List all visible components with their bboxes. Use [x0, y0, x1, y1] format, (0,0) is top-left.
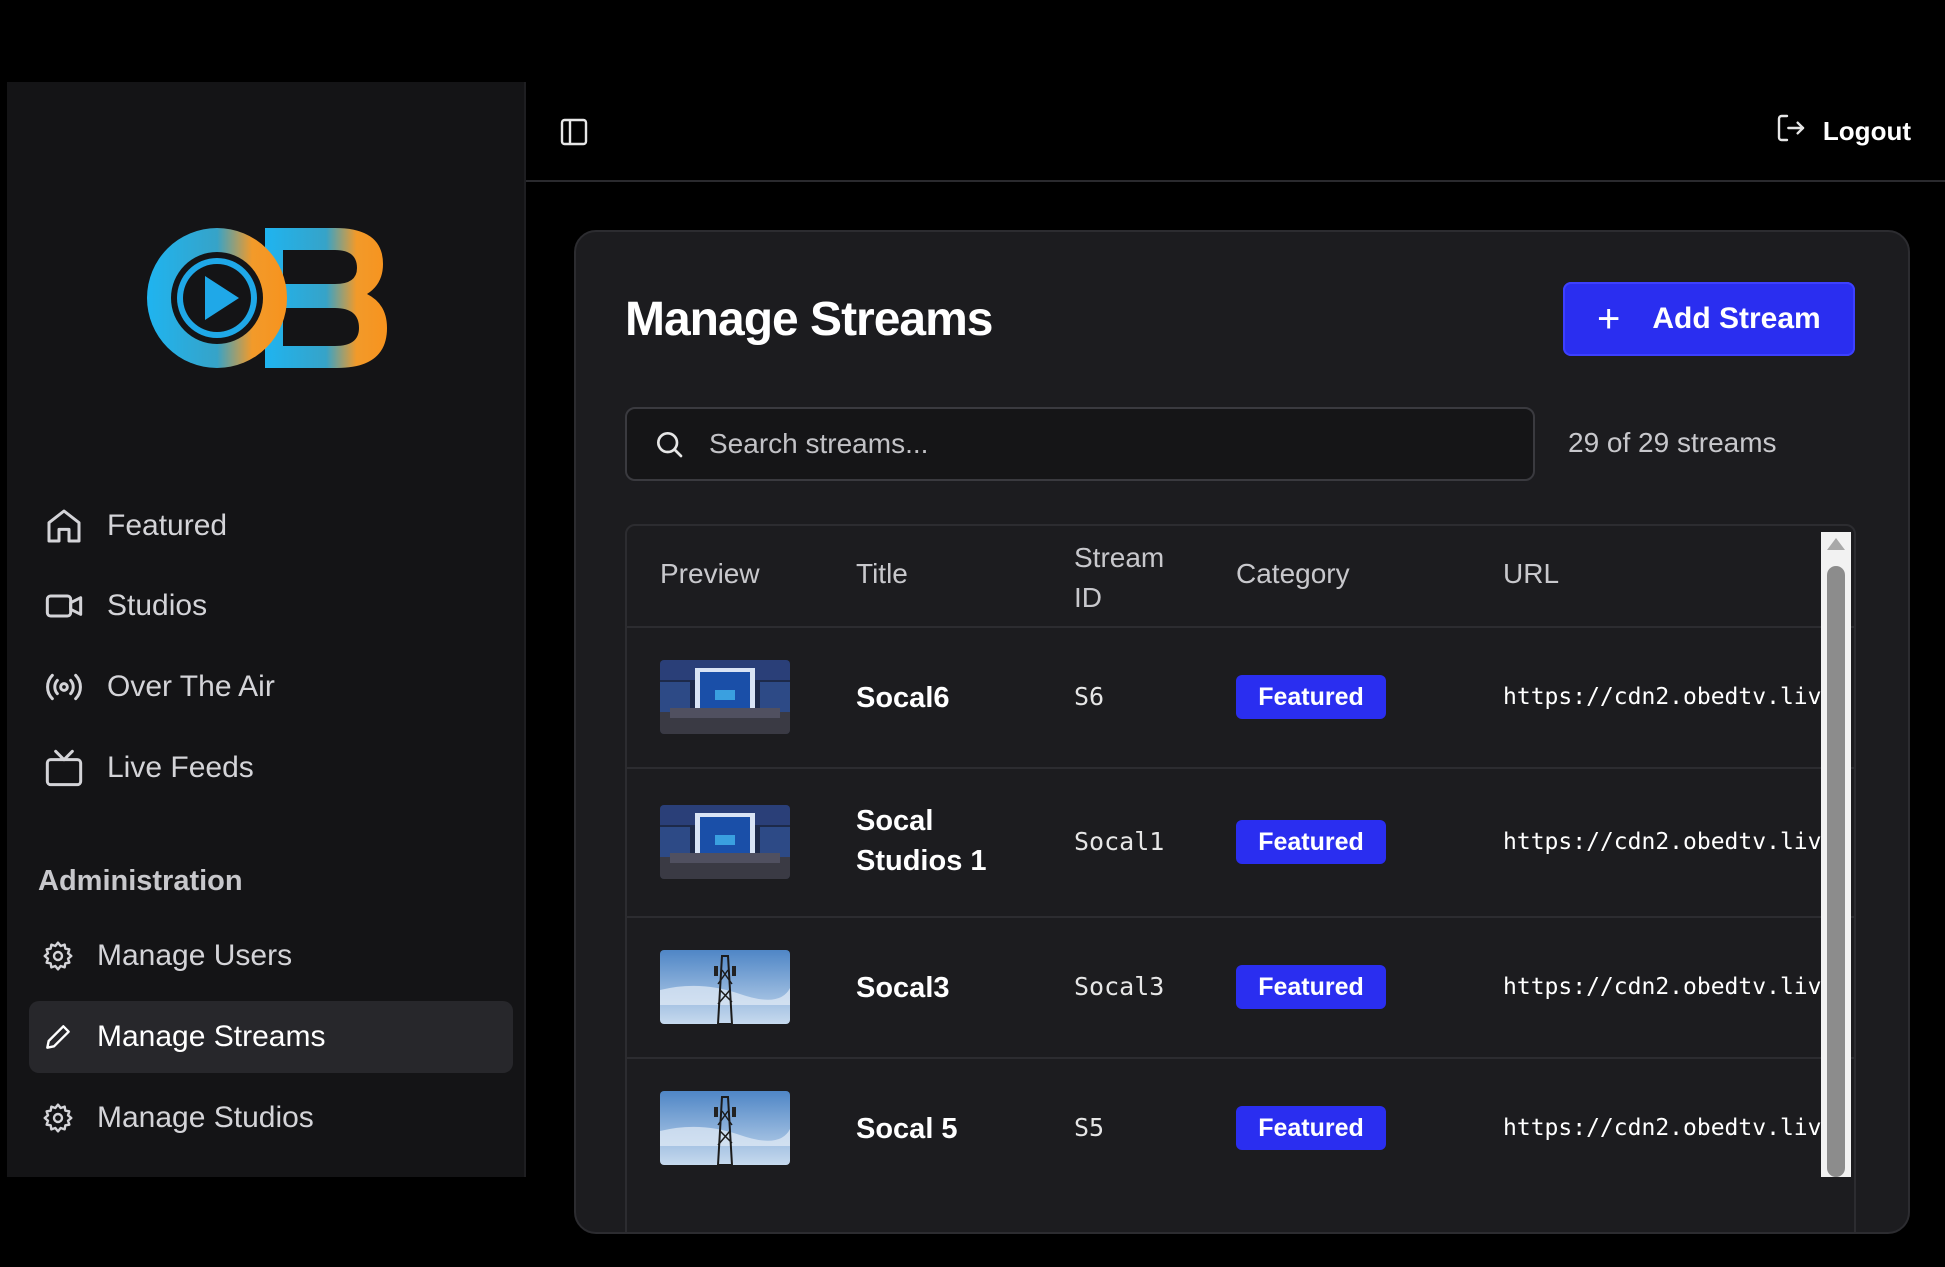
page-title: Manage Streams [625, 293, 993, 346]
app-frame: Featured Studios Over The Air Live Feeds… [7, 82, 1945, 1234]
ob-logo [147, 228, 387, 368]
sidebar-item-label: Studios [107, 589, 208, 622]
stream-url: https://cdn2.obedtv.live [1503, 684, 1833, 710]
stream-preview-thumbnail [660, 1091, 790, 1165]
sidebar-item-manage-studios[interactable]: Manage Studios [29, 1082, 513, 1154]
sidebar: Featured Studios Over The Air Live Feeds… [7, 82, 526, 1177]
tv-icon [43, 747, 85, 789]
pencil-icon [41, 1020, 75, 1054]
administration-heading: Administration [38, 865, 243, 897]
streams-table: Preview Title Stream ID Category URL Soc… [625, 524, 1856, 1232]
stream-title: Socal 5 [856, 1113, 958, 1145]
stream-url: https://cdn2.obedtv.live [1503, 829, 1833, 855]
sidebar-item-label: Featured [107, 509, 228, 542]
table-row[interactable]: Socal Studios 1 Socal1 Featured https://… [627, 769, 1854, 918]
sidebar-item-label: Manage Studios [97, 1101, 314, 1134]
column-header-category[interactable]: Category [1236, 558, 1350, 590]
table-header: Preview Title Stream ID Category URL [627, 526, 1854, 628]
sidebar-item-manage-streams[interactable]: Manage Streams [29, 1001, 513, 1073]
stream-count: 29 of 29 streams [1568, 427, 1777, 458]
column-header-stream-id[interactable]: Stream ID [1074, 538, 1184, 618]
sidebar-item-studios[interactable]: Studios [29, 570, 513, 642]
category-badge: Featured [1236, 1106, 1386, 1150]
table-row[interactable]: Socal3 Socal3 Featured https://cdn2.obed… [627, 918, 1854, 1059]
column-header-title[interactable]: Title [856, 558, 908, 590]
category-badge: Featured [1236, 820, 1386, 864]
manage-streams-card: Manage Streams + Add Stream 29 of 29 str… [574, 230, 1910, 1234]
video-camera-icon [43, 585, 85, 627]
stream-title: Socal6 [856, 682, 950, 714]
stream-id: Socal1 [1074, 827, 1165, 856]
stream-preview-thumbnail [660, 805, 790, 879]
sidebar-item-featured[interactable]: Featured [29, 490, 513, 562]
column-header-preview[interactable]: Preview [660, 558, 760, 590]
top-bar: Logout [526, 82, 1945, 182]
logout-button[interactable]: Logout [1775, 112, 1911, 151]
search-input[interactable] [707, 427, 1491, 461]
table-scrollbar[interactable] [1821, 532, 1851, 1177]
gear-icon [41, 1101, 75, 1135]
plus-icon: + [1597, 297, 1621, 341]
add-stream-label: Add Stream [1652, 302, 1821, 335]
sidebar-item-live-feeds[interactable]: Live Feeds [29, 732, 513, 804]
search-box[interactable] [625, 407, 1535, 481]
stream-id: Socal3 [1074, 972, 1165, 1001]
column-header-url[interactable]: URL [1503, 558, 1559, 590]
logout-label: Logout [1822, 116, 1911, 146]
category-badge: Featured [1236, 675, 1386, 719]
sidebar-item-manage-users[interactable]: Manage Users [29, 920, 513, 992]
sidebar-item-over-the-air[interactable]: Over The Air [29, 651, 513, 723]
stream-title: Socal3 [856, 972, 950, 1004]
stream-preview-thumbnail [660, 660, 790, 734]
sidebar-item-label: Manage Streams [97, 1020, 326, 1053]
sidebar-item-label: Over The Air [107, 670, 275, 703]
sidebar-item-label: Manage Users [97, 939, 293, 972]
search-icon [657, 432, 683, 458]
stream-preview-thumbnail [660, 950, 790, 1024]
logout-icon [1775, 112, 1807, 151]
stream-id: S5 [1074, 1113, 1105, 1142]
stream-url: https://cdn2.obedtv.live [1503, 1115, 1833, 1141]
stream-title: Socal Studios 1 [856, 805, 987, 877]
table-row[interactable]: Socal6 S6 Featured https://cdn2.obedtv.l… [627, 628, 1854, 769]
sidebar-item-label: Live Feeds [107, 751, 254, 784]
sidebar-toggle-icon[interactable] [558, 116, 590, 148]
scrollbar-thumb[interactable] [1827, 566, 1845, 1177]
stream-id: S6 [1074, 682, 1105, 711]
scroll-up-arrow-icon[interactable] [1827, 538, 1845, 550]
broadcast-icon [43, 666, 85, 708]
table-row[interactable]: Socal 5 S5 Featured https://cdn2.obedtv.… [627, 1059, 1854, 1198]
home-icon [43, 505, 85, 547]
category-badge: Featured [1236, 965, 1386, 1009]
add-stream-button[interactable]: + Add Stream [1563, 282, 1855, 356]
gear-icon [41, 939, 75, 973]
stream-url: https://cdn2.obedtv.live [1503, 974, 1833, 1000]
